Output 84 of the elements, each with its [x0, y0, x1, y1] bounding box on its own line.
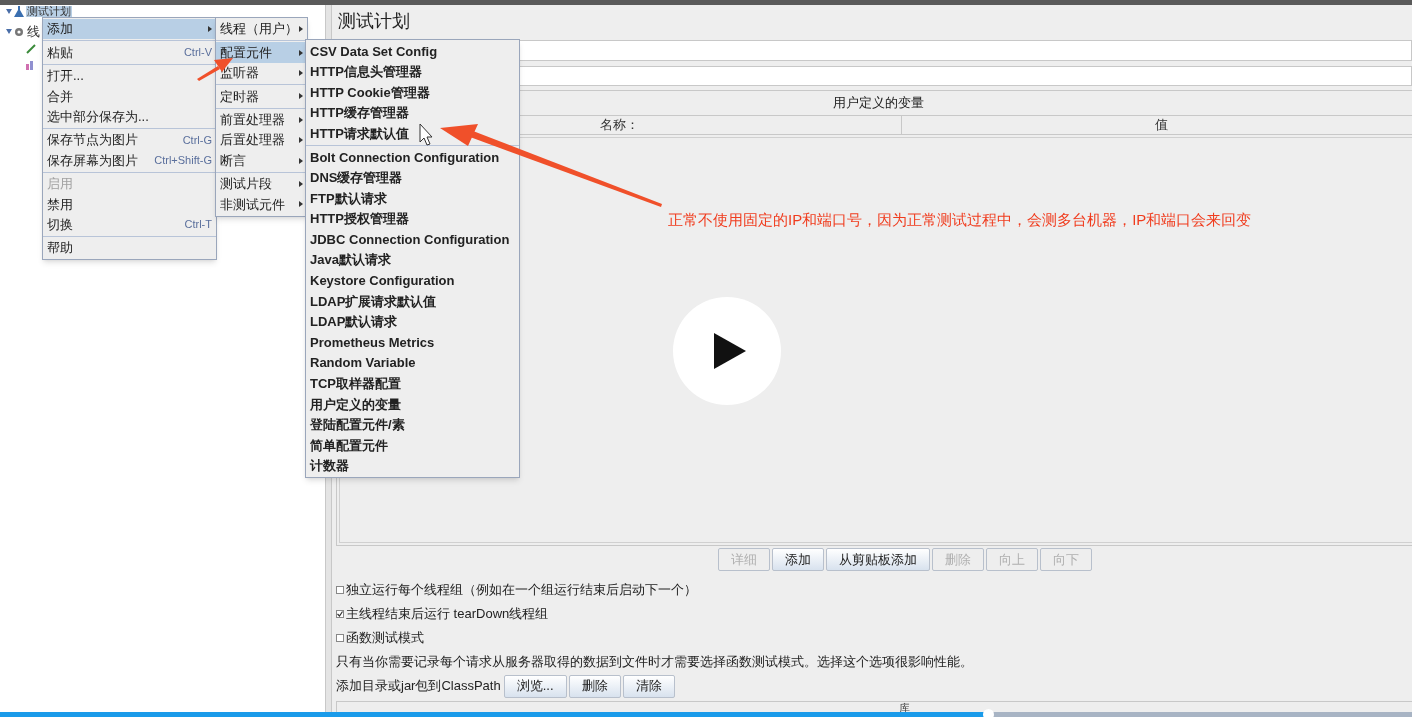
menu-item[interactable]: Prometheus Metrics: [306, 332, 519, 353]
shortcut-label: Ctrl-V: [182, 45, 212, 61]
submenu-arrow-icon: [299, 69, 303, 76]
menu-item[interactable]: 登陆配置元件/素: [306, 414, 519, 436]
menu-item[interactable]: 定时器: [216, 86, 307, 107]
menu-item[interactable]: Java默认请求: [306, 249, 519, 271]
menu-item[interactable]: 计数器: [306, 455, 519, 477]
menu-item[interactable]: JDBC Connection Configuration: [306, 229, 519, 250]
checkbox-label: 独立运行每个线程组（例如在一个组运行结束后启动下一个）: [346, 581, 697, 600]
progress-thumb[interactable]: [983, 709, 995, 717]
table-button[interactable]: 从剪贴板添加: [825, 548, 930, 571]
menu-item[interactable]: 简单配置元件: [306, 435, 519, 456]
shortcut-label: Ctrl-G: [181, 132, 212, 148]
menu-item[interactable]: Bolt Connection Configuration: [306, 146, 519, 168]
menu-item[interactable]: 保存屏幕为图片 Ctrl+Shift-G: [43, 150, 216, 171]
help-text: 只有当你需要记录每个请求从服务器取得的数据到文件时才需要选择函数测试模式。选择这个选项很影响性能。: [336, 652, 974, 671]
submenu-arrow-icon: [299, 137, 303, 144]
column-header[interactable]: 值: [1154, 115, 1168, 135]
checkbox[interactable]: [336, 610, 344, 618]
menu-item[interactable]: Keystore Configuration: [306, 270, 519, 292]
submenu-arrow-icon: [299, 157, 303, 164]
shortcut-label: Ctrl-T: [183, 217, 212, 233]
table-button[interactable]: 添加: [771, 548, 824, 571]
menu-item[interactable]: 线程（用户）: [216, 19, 307, 40]
table-title: 用户定义的变量: [833, 94, 924, 113]
menu-item[interactable]: 测试片段: [216, 173, 307, 195]
gear-icon: [14, 26, 24, 37]
menu-item[interactable]: 配置元件: [216, 42, 307, 63]
menu-item[interactable]: TCP取样器配置: [306, 373, 519, 395]
menu-item[interactable]: 非测试元件: [216, 194, 307, 215]
cursor-icon: [419, 123, 433, 146]
pencil-icon: [26, 44, 36, 54]
menu-item[interactable]: Random Variable: [306, 352, 519, 374]
menu-item[interactable]: 保存节点为图片 Ctrl-G: [43, 129, 216, 151]
submenu-arrow-icon: [299, 93, 303, 100]
menu-item[interactable]: 添加: [43, 19, 216, 40]
menu-item[interactable]: 合并: [43, 86, 216, 107]
menu-item[interactable]: 帮助: [43, 237, 216, 259]
checkbox[interactable]: [336, 586, 344, 594]
checkbox-label: 主线程结束后运行 tearDown线程组: [346, 605, 549, 624]
classpath-label: 添加目录或jar包到ClassPath: [336, 677, 501, 696]
menu-item[interactable]: LDAP扩展请求默认值: [306, 291, 519, 312]
annotation-arrow: [197, 58, 233, 81]
menu-item[interactable]: 选中部分保存为...: [43, 106, 216, 127]
expand-toggle-icon[interactable]: [6, 28, 12, 35]
menu-item[interactable]: HTTP请求默认值: [306, 123, 519, 144]
tree-item[interactable]: 线: [26, 21, 41, 42]
menu-item[interactable]: 用户定义的变量: [306, 394, 519, 415]
submenu-arrow-icon: [299, 201, 303, 208]
submenu-arrow-icon: [299, 116, 303, 123]
table-button[interactable]: 浏览...: [503, 674, 567, 698]
submenu-arrow-icon: [299, 180, 303, 187]
menu-item[interactable]: 切换 Ctrl-T: [43, 214, 216, 235]
menu-item[interactable]: 断言: [216, 150, 307, 171]
play-icon: [714, 333, 746, 369]
menu-item[interactable]: HTTP缓存管理器: [306, 102, 519, 124]
expand-toggle-icon[interactable]: [6, 8, 12, 15]
panel-title: 测试计划: [337, 10, 411, 33]
menu-item[interactable]: DNS缓存管理器: [306, 167, 519, 189]
annotation-text: 正常不使用固定的IP和端口号，因为正常测试过程中，会测多台机器，IP和端口会来回变: [668, 210, 1252, 230]
menu-item[interactable]: FTP默认请求: [306, 188, 519, 209]
submenu-arrow-icon: [299, 49, 303, 56]
chart-icon: [26, 60, 36, 70]
table-button[interactable]: 清除: [622, 674, 675, 698]
menu-item[interactable]: CSV Data Set Config: [306, 41, 519, 62]
shortcut-label: Ctrl+Shift-G: [153, 153, 212, 169]
flask-icon: [14, 6, 24, 17]
menu-item[interactable]: 打开...: [43, 65, 216, 87]
checkbox-label: 函数测试模式: [346, 629, 424, 648]
menu-item[interactable]: 禁用: [43, 194, 216, 215]
column-header[interactable]: 名称：: [599, 115, 639, 135]
menu-item[interactable]: HTTP授权管理器: [306, 208, 519, 230]
checkbox[interactable]: [336, 634, 344, 642]
submenu-arrow-icon: [299, 26, 303, 33]
table-button[interactable]: 删除: [568, 674, 621, 698]
menu-item[interactable]: 监听器: [216, 62, 307, 84]
menu-item[interactable]: 前置处理器: [216, 109, 307, 130]
menu-item[interactable]: 粘贴 Ctrl-V: [43, 42, 216, 63]
menu-item[interactable]: HTTP信息头管理器: [306, 61, 519, 83]
menu-item[interactable]: LDAP默认请求: [306, 311, 519, 333]
submenu-arrow-icon: [208, 26, 212, 33]
menu-item[interactable]: 后置处理器: [216, 129, 307, 151]
menu-item[interactable]: HTTP Cookie管理器: [306, 82, 519, 103]
tree-item[interactable]: 测试计划: [26, 6, 72, 17]
